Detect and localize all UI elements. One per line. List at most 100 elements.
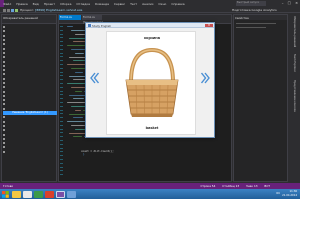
file-icon xyxy=(3,99,5,102)
side-tool-tabs: Обозреватель решений Team Explorer Предс… xyxy=(289,14,299,182)
file-icon xyxy=(3,47,5,50)
code-line: } xyxy=(83,153,85,156)
code-token xyxy=(75,109,81,111)
app-taskbar-icon[interactable] xyxy=(45,190,54,198)
previous-word-button[interactable] xyxy=(90,71,99,85)
next-word-button[interactable] xyxy=(201,71,210,85)
chrome-taskbar-icon[interactable] xyxy=(23,190,32,198)
tab-form1-cs[interactable]: Form1.cs xyxy=(59,15,81,20)
menu-view[interactable]: Вид xyxy=(33,2,39,6)
code-visible-lines: count = dict.Count(); } xyxy=(81,150,114,156)
menu-edit[interactable]: Правка xyxy=(16,2,27,6)
editor-tabs: Form1.cs Form1.cs [Конструктор] xyxy=(59,15,231,24)
app-icon xyxy=(87,24,91,27)
line-number xyxy=(60,109,63,111)
file-icon xyxy=(3,129,5,132)
minimize-icon[interactable]: – xyxy=(282,1,284,5)
file-icon xyxy=(3,124,5,127)
menu-build[interactable]: Сборка xyxy=(60,2,71,6)
line-number xyxy=(60,56,63,58)
google-analytics-label: Подготовка Google Analytics xyxy=(232,8,277,13)
menu-analyze[interactable]: Анализ xyxy=(142,2,153,6)
line-number xyxy=(60,174,63,176)
property-row[interactable] xyxy=(236,27,266,28)
line-number xyxy=(60,117,63,119)
line-number xyxy=(60,162,63,164)
menu-file[interactable]: Файл xyxy=(3,2,11,6)
study-english-taskbar-icon[interactable] xyxy=(67,190,76,198)
menu-help[interactable]: Справка xyxy=(171,2,184,6)
properties-header: Свойства xyxy=(234,15,287,20)
tree-row[interactable] xyxy=(3,150,57,154)
dialog-close-button[interactable]: ✕ xyxy=(205,23,213,28)
code-token xyxy=(71,125,85,127)
line-number xyxy=(60,86,63,88)
line-number xyxy=(60,83,63,84)
code-token xyxy=(73,136,82,138)
file-icon xyxy=(3,51,5,54)
line-number xyxy=(60,166,63,168)
line-number xyxy=(60,105,63,107)
status-insert-mode: ВСТ xyxy=(264,184,270,188)
line-number xyxy=(60,132,63,134)
file-icon xyxy=(3,94,5,97)
status-column: Столбец 13 xyxy=(222,184,240,188)
line-number xyxy=(60,113,63,115)
line-number xyxy=(60,67,63,69)
dialog-title: Study English xyxy=(92,23,112,28)
line-number xyxy=(60,41,63,43)
code-token xyxy=(67,26,73,28)
toolbar: Процесс: [8896] EnglishLearn.vshost.exe … xyxy=(0,7,300,13)
maximize-icon[interactable]: □ xyxy=(288,1,291,5)
code-token xyxy=(75,71,83,73)
menu-tools[interactable]: Сервис xyxy=(114,2,125,6)
app-taskbar-icon[interactable] xyxy=(34,190,43,198)
line-number xyxy=(60,121,63,122)
file-icon xyxy=(3,77,5,80)
chevron-right-double-icon xyxy=(201,72,210,84)
code-token xyxy=(73,79,85,81)
line-number xyxy=(60,26,63,27)
windows-start-icon[interactable] xyxy=(2,190,9,198)
properties-panel: Свойства xyxy=(233,14,288,182)
menu-window[interactable]: Окно xyxy=(158,2,166,6)
tray-language[interactable]: RU xyxy=(276,192,280,195)
side-tab-class-view[interactable]: Представление классов xyxy=(291,80,296,112)
screen: Файл Правка Вид Проект Сборка Отладка Ко… xyxy=(0,0,300,241)
file-icon xyxy=(3,56,5,59)
file-icon xyxy=(3,103,5,106)
taskbar-clock[interactable]: 11:36 21.04.2014 xyxy=(282,190,297,197)
forward-icon[interactable] xyxy=(7,8,10,12)
line-number xyxy=(60,140,63,141)
line-number xyxy=(60,45,63,46)
back-icon[interactable] xyxy=(3,8,6,12)
file-icon xyxy=(3,107,5,110)
process-select[interactable]: [8896] EnglishLearn.vshost.exe xyxy=(35,8,82,12)
menu-bar: Файл Правка Вид Проект Сборка Отладка Ко… xyxy=(3,2,189,6)
explorer-taskbar-icon[interactable] xyxy=(12,190,21,198)
menu-team[interactable]: Команда xyxy=(95,2,109,6)
line-number xyxy=(60,29,63,31)
menu-test[interactable]: Тест xyxy=(130,2,137,6)
tab-form1-designer[interactable]: Form1.cs [Конструктор] xyxy=(82,15,103,24)
menu-project[interactable]: Проект xyxy=(44,2,55,6)
quick-launch-input[interactable]: Быстрый запуск xyxy=(236,1,266,6)
run-icon[interactable] xyxy=(15,8,18,12)
line-number xyxy=(60,48,63,50)
line-number xyxy=(60,147,63,149)
line-number xyxy=(60,128,63,130)
file-icon xyxy=(3,69,5,72)
line-number xyxy=(60,75,63,77)
word-card: корзина basket xyxy=(106,31,196,135)
file-icon xyxy=(3,146,5,149)
side-tab-solution-explorer[interactable]: Обозреватель решений xyxy=(291,16,296,47)
close-icon[interactable]: × xyxy=(295,1,298,5)
menu-debug[interactable]: Отладка xyxy=(76,2,90,6)
visual-studio-taskbar-icon[interactable] xyxy=(56,190,65,198)
property-row[interactable] xyxy=(236,23,276,24)
file-icon xyxy=(3,90,5,93)
side-tab-team-explorer[interactable]: Team Explorer xyxy=(291,54,296,72)
process-label: Процесс: [8896] EnglishLearn.vshost.exe xyxy=(20,8,82,12)
save-icon[interactable] xyxy=(11,8,14,12)
file-icon xyxy=(3,116,5,119)
